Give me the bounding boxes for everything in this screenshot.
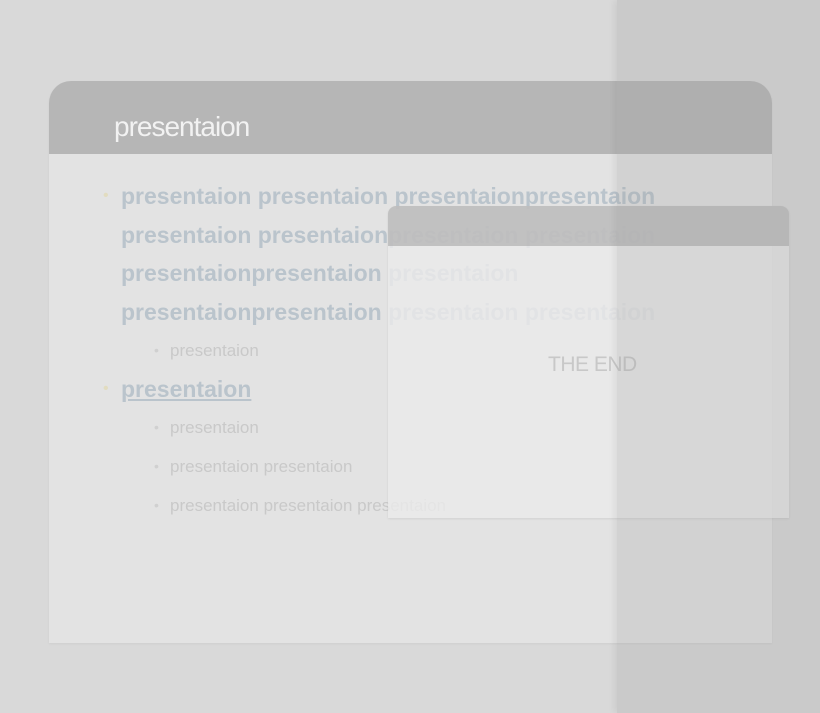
sub-bullet-text: presentaion presentaion [170,457,353,476]
sub-bullet-item: • presentaion [154,341,259,361]
sub-bullet-text: presentaion [170,341,259,360]
sub-bullet-dot-icon: • [154,497,159,513]
sub-bullet-dot-icon: • [154,458,159,474]
sub-bullet-item: • presentaion [154,418,259,438]
card-header [388,206,789,246]
sub-bullet-dot-icon: • [154,419,159,435]
bullet-dot-icon: • [103,380,109,397]
sub-bullet-text: presentaion [170,418,259,437]
sub-bullet-dot-icon: • [154,342,159,358]
card-text: THE END [548,353,637,376]
overlay-card: THE END [388,206,789,518]
sub-bullet-item: • presentaion presentaion [154,457,353,477]
bullet-dot-icon: • [103,187,109,204]
